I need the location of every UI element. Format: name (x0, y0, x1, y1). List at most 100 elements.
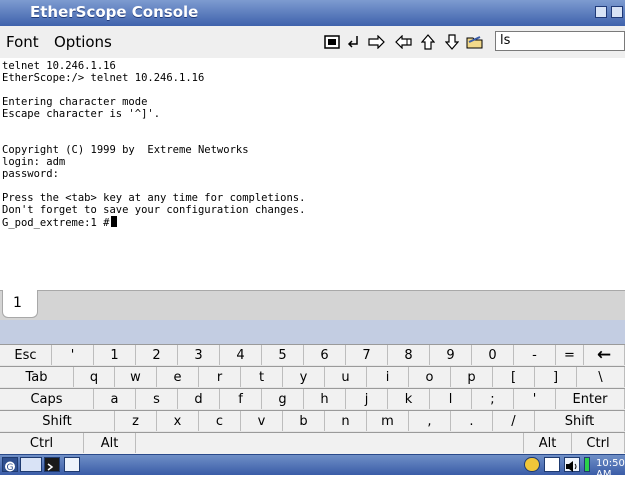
key-8[interactable]: 8 (388, 345, 430, 365)
tab-session-1[interactable]: 1 (2, 290, 38, 318)
key-e[interactable]: e (157, 367, 199, 387)
window-titlebar: EtherScope Console (0, 0, 625, 26)
key-equals[interactable]: = (556, 345, 584, 365)
key-b[interactable]: b (283, 411, 325, 431)
minimize-icon[interactable] (595, 6, 607, 18)
key-k[interactable]: k (388, 389, 430, 409)
key-3[interactable]: 3 (178, 345, 220, 365)
key-q[interactable]: q (74, 367, 115, 387)
terminal-line: Entering character mode (2, 96, 148, 108)
key-minus[interactable]: - (514, 345, 556, 365)
window-list-icon[interactable] (64, 457, 80, 472)
key-shift-left[interactable]: Shift (0, 411, 115, 431)
battery-icon (584, 457, 590, 472)
key-s[interactable]: s (136, 389, 178, 409)
key-ctrl-left[interactable]: Ctrl (0, 433, 84, 453)
keyboard-row: Ctrl Alt Alt Ctrl (0, 432, 625, 455)
key-shift-right[interactable]: Shift (535, 411, 625, 431)
keyboard-row: Shift z x c v b n m , . / Shift (0, 410, 625, 431)
terminal-line: Copyright (C) 1999 by Extreme Networks (2, 144, 249, 156)
key-apostrophe[interactable]: ' (514, 389, 556, 409)
key-space[interactable] (136, 433, 524, 453)
key-l[interactable]: l (430, 389, 472, 409)
console-icon[interactable] (44, 457, 60, 472)
key-6[interactable]: 6 (304, 345, 346, 365)
terminal-prompt-line: G_pod_extreme:1 # (2, 216, 625, 229)
key-ctrl-right[interactable]: Ctrl (572, 433, 625, 453)
volume-icon[interactable] (564, 457, 580, 472)
enter-icon[interactable] (344, 33, 362, 51)
key-h[interactable]: h (304, 389, 346, 409)
command-input[interactable]: ls (495, 31, 625, 51)
key-7[interactable]: 7 (346, 345, 388, 365)
menu-font[interactable]: Font (6, 33, 39, 51)
key-5[interactable]: 5 (262, 345, 304, 365)
key-left-bracket[interactable]: [ (493, 367, 535, 387)
keyboard-row: Caps a s d f g h j k l ; ' Enter (0, 388, 625, 409)
key-right-bracket[interactable]: ] (535, 367, 577, 387)
key-4[interactable]: 4 (220, 345, 262, 365)
terminal-line: Don't forget to save your configuration … (2, 204, 306, 216)
key-f[interactable]: f (220, 389, 262, 409)
keyboard-row: Tab q w e r t y u i o p [ ] \ (0, 366, 625, 387)
key-y[interactable]: y (283, 367, 325, 387)
terminal-prompt: G_pod_extreme:1 # (2, 217, 110, 229)
key-c[interactable]: c (199, 411, 241, 431)
terminal-output[interactable]: telnet 10.246.1.16 EtherScope:/> telnet … (0, 58, 625, 290)
key-semicolon[interactable]: ; (472, 389, 514, 409)
session-tabs: 1 (0, 290, 625, 321)
arrow-down-icon[interactable] (443, 33, 461, 51)
keyboard-row: Esc ' 1 2 3 4 5 6 7 8 9 0 - = ← (0, 344, 625, 365)
key-0[interactable]: 0 (472, 345, 514, 365)
key-a[interactable]: a (94, 389, 136, 409)
key-backspace[interactable]: ← (584, 345, 625, 365)
key-n[interactable]: n (325, 411, 367, 431)
key-slash[interactable]: / (493, 411, 535, 431)
key-t[interactable]: t (241, 367, 283, 387)
key-o[interactable]: o (409, 367, 451, 387)
key-period[interactable]: . (451, 411, 493, 431)
window-title: EtherScope Console (30, 3, 199, 21)
taskbar: G 10:50 AM (0, 454, 625, 480)
key-x[interactable]: x (157, 411, 199, 431)
key-r[interactable]: r (199, 367, 241, 387)
key-m[interactable]: m (367, 411, 409, 431)
terminal-line: login: adm (2, 156, 66, 168)
key-9[interactable]: 9 (430, 345, 472, 365)
key-1[interactable]: 1 (94, 345, 136, 365)
folder-icon[interactable] (466, 33, 484, 51)
keyboard-icon[interactable] (20, 457, 42, 472)
key-v[interactable]: v (241, 411, 283, 431)
key-g[interactable]: g (262, 389, 304, 409)
key-esc[interactable]: Esc (0, 345, 52, 365)
key-i[interactable]: i (367, 367, 409, 387)
terminal-icon[interactable] (323, 33, 341, 51)
arrow-right-icon[interactable] (368, 33, 386, 51)
start-icon[interactable]: G (2, 457, 18, 473)
close-icon[interactable] (611, 6, 623, 18)
key-caps[interactable]: Caps (0, 389, 94, 409)
key-j[interactable]: j (346, 389, 388, 409)
key-comma[interactable]: , (409, 411, 451, 431)
key-alt-left[interactable]: Alt (84, 433, 136, 453)
arrow-left-icon[interactable] (394, 33, 412, 51)
menubar: Font Options ls (0, 26, 625, 59)
key-d[interactable]: d (178, 389, 220, 409)
status-icon[interactable] (524, 457, 540, 472)
key-tab[interactable]: Tab (0, 367, 74, 387)
key-p[interactable]: p (451, 367, 493, 387)
terminal-line: Press the <tab> key at any time for comp… (2, 192, 306, 204)
key-enter[interactable]: Enter (556, 389, 625, 409)
arrow-up-icon[interactable] (419, 33, 437, 51)
clipboard-icon[interactable] (544, 457, 560, 472)
key-u[interactable]: u (325, 367, 367, 387)
key-z[interactable]: z (115, 411, 157, 431)
key-w[interactable]: w (115, 367, 157, 387)
menu-options[interactable]: Options (54, 33, 112, 51)
key-alt-right[interactable]: Alt (524, 433, 572, 453)
key-quote[interactable]: ' (52, 345, 94, 365)
key-backslash[interactable]: \ (577, 367, 625, 387)
key-2[interactable]: 2 (136, 345, 178, 365)
